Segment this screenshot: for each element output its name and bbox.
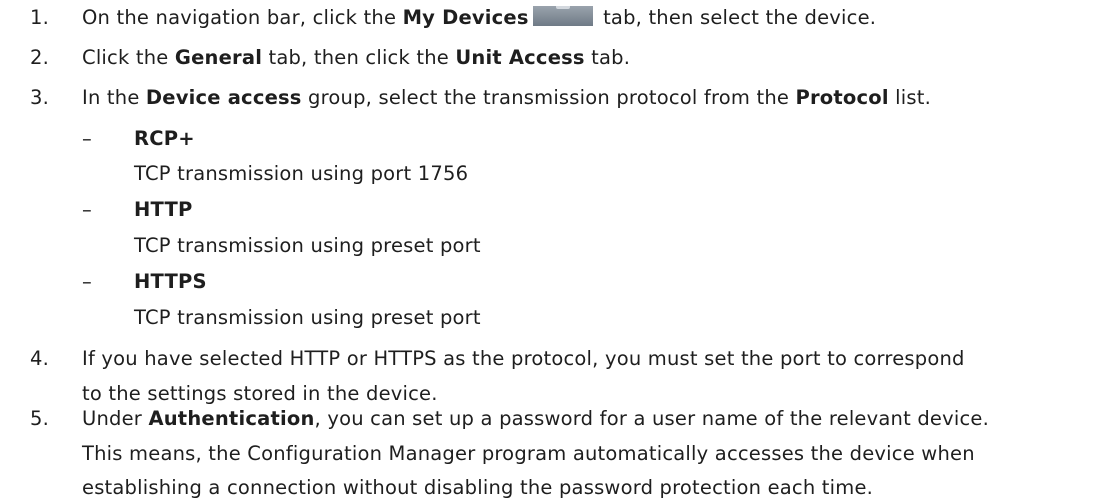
option-name: HTTP [134, 198, 193, 221]
option-name: HTTPS [134, 270, 207, 293]
my-devices-icon[interactable] [532, 6, 593, 26]
step-text: to the settings stored in the device. [82, 382, 438, 405]
step-text: list. [888, 86, 931, 109]
step-text: Click the [82, 46, 175, 69]
my-devices-label: My Devices [402, 6, 529, 29]
step-number: 5. [30, 407, 50, 430]
device-icon [555, 6, 570, 9]
option-name: RCP+ [134, 127, 195, 150]
option-description: TCP transmission using preset port [134, 234, 481, 257]
option-dash: – [82, 127, 92, 150]
step-text: establishing a connection without disabl… [82, 476, 874, 499]
step-text: tab, then select the device. [596, 6, 877, 29]
step-number: 2. [30, 46, 50, 69]
step-text: tab. [584, 46, 631, 69]
step-number: 4. [30, 347, 50, 370]
protocol-label: Protocol [795, 86, 889, 109]
step-3-text: In the Device access group, select the t… [82, 84, 931, 112]
manual-page: { "steps": [ { "number": "1.", "parts": … [0, 0, 1106, 502]
step-text: tab, then click the [262, 46, 456, 69]
step-1-text: On the navigation bar, click the My Devi… [82, 4, 876, 32]
option-description: TCP transmission using preset port [134, 306, 481, 329]
device-access-label: Device access [145, 86, 302, 109]
authentication-label: Authentication [148, 407, 315, 430]
step-number: 1. [30, 6, 50, 29]
step-2-text: Click the General tab, then click the Un… [82, 44, 630, 72]
option-dash: – [82, 198, 92, 221]
step-number: 3. [30, 86, 50, 109]
step-text: , you can set up a password for a user n… [314, 407, 989, 430]
step-text: In the [82, 86, 146, 109]
step-text: This means, the Configuration Manager pr… [82, 442, 975, 465]
unit-access-tab-label: Unit Access [455, 46, 585, 69]
step-5-text: Under Authentication, you can set up a p… [82, 405, 989, 433]
step-text: On the navigation bar, click the [82, 6, 403, 29]
step-text: Under [82, 407, 149, 430]
option-description: TCP transmission using port 1756 [134, 162, 469, 185]
step-text: group, select the transmission protocol … [301, 86, 796, 109]
general-tab-label: General [174, 46, 263, 69]
option-dash: – [82, 270, 92, 293]
step-text: If you have selected HTTP or HTTPS as th… [82, 347, 965, 370]
